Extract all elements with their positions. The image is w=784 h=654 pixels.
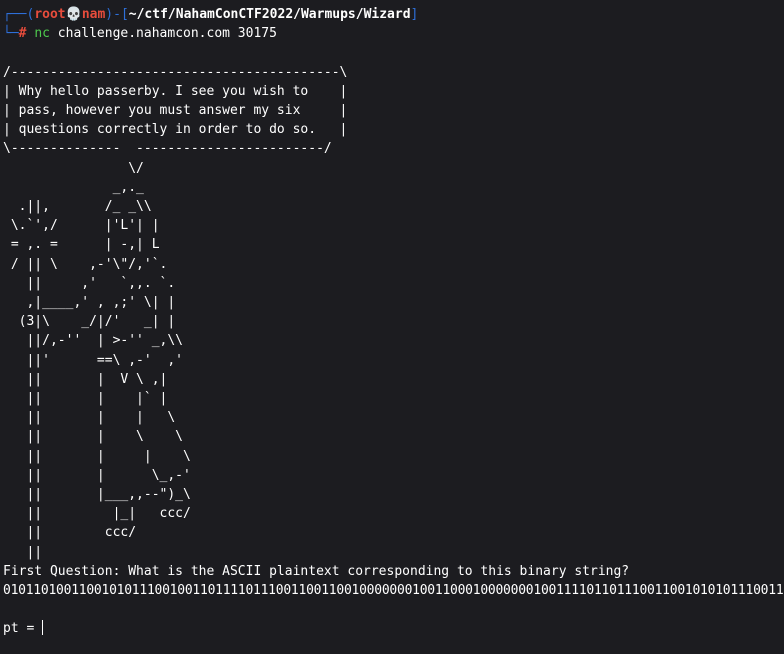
command-name: nc xyxy=(34,26,50,42)
question-text: First Question: What is the ASCII plaint… xyxy=(3,563,630,579)
command-line: └─# nc challenge.nahamcon.com 30175 xyxy=(3,24,784,43)
prompt-separator: )-[ xyxy=(105,7,129,22)
text-cursor xyxy=(42,620,44,636)
binary-string: 0101101001100101011100100110111101110011… xyxy=(3,583,784,599)
prompt-frame: ┌──( xyxy=(3,7,35,22)
wizard-ascii-text: /---------------------------------------… xyxy=(3,64,348,560)
command-args: challenge.nahamcon.com 30175 xyxy=(49,26,277,42)
prompt-close: ] xyxy=(410,7,419,22)
answer-label: pt = xyxy=(3,621,43,637)
prompt-frame-bottom: └─ xyxy=(3,26,19,42)
prompt-cwd: ~/ctf/NahamConCTF2022/Warmups/Wizard xyxy=(128,7,411,22)
prompt-user: root xyxy=(34,7,66,22)
wizard-ascii-art: /---------------------------------------… xyxy=(3,63,784,562)
prompt-host: nam xyxy=(81,7,106,22)
prompt-header: ┌──(root💀nam)-[~/ctf/NahamConCTF2022/War… xyxy=(3,5,784,24)
prompt-hash: # xyxy=(18,26,27,42)
terminal-window[interactable]: ┌──(root💀nam)-[~/ctf/NahamConCTF2022/War… xyxy=(3,5,784,639)
answer-input-line[interactable]: pt = xyxy=(3,619,784,638)
skull-icon: 💀 xyxy=(65,7,82,22)
